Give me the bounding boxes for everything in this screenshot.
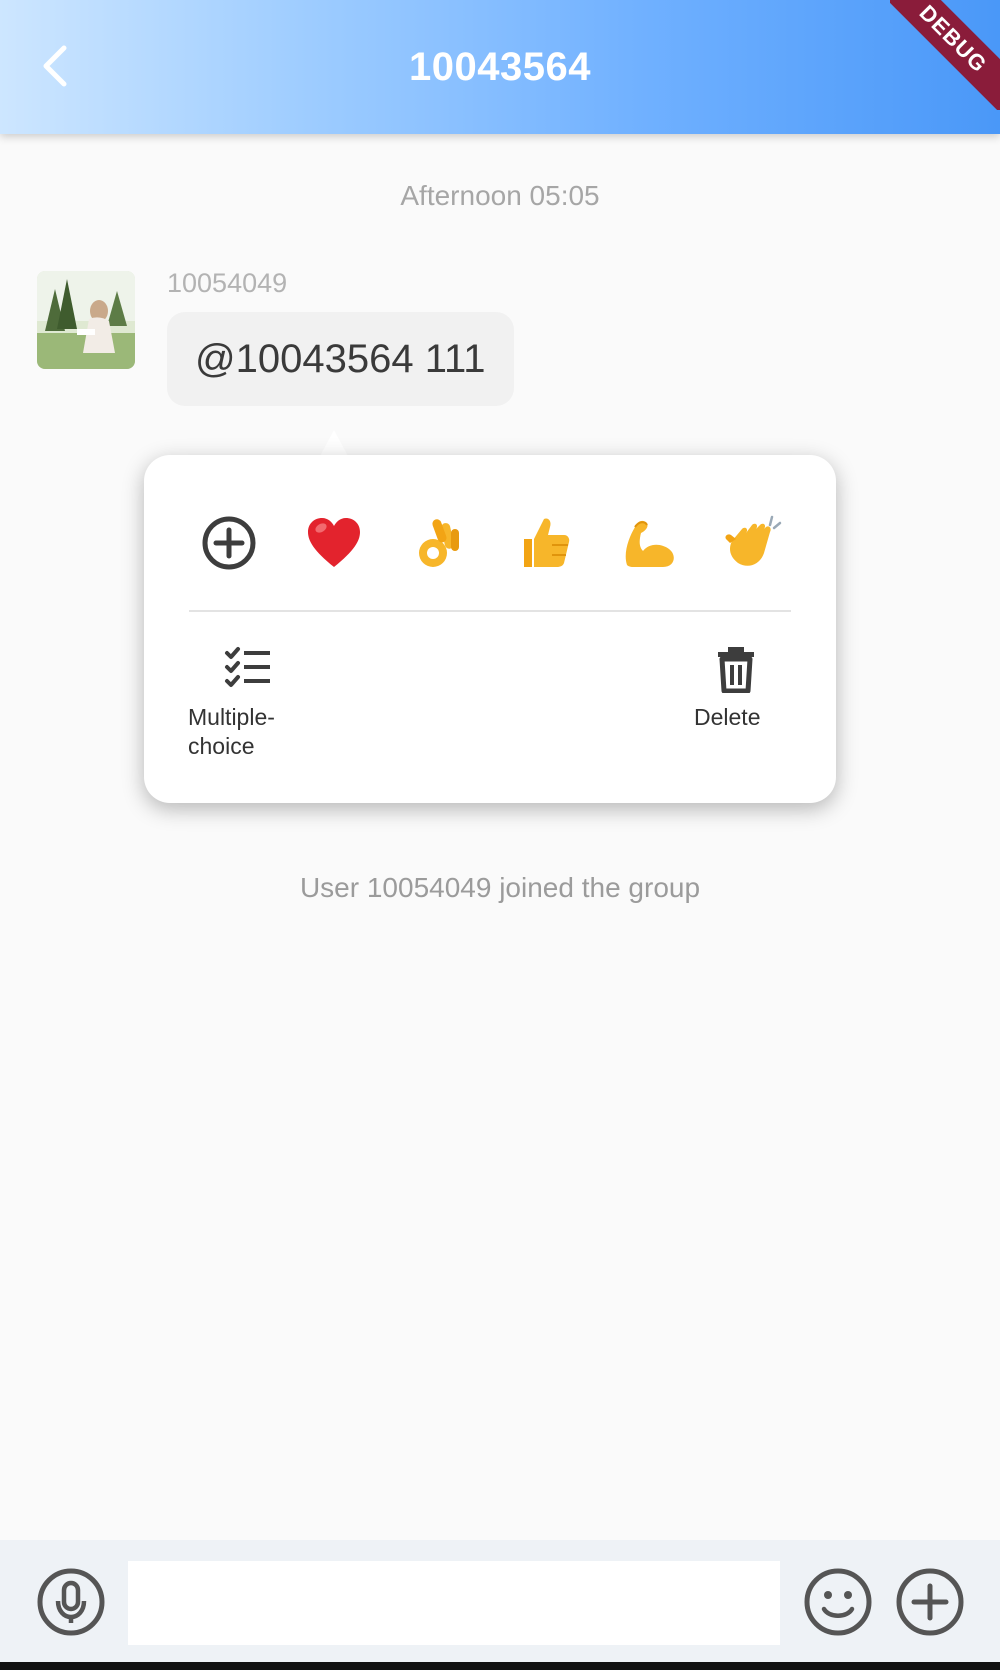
multiple-choice-label: Multiple- choice bbox=[188, 704, 275, 759]
microphone-icon bbox=[37, 1568, 105, 1636]
checklist-icon bbox=[225, 647, 270, 687]
sender-name: 10054049 bbox=[167, 268, 288, 298]
user-avatar-photo bbox=[37, 271, 135, 369]
popup-pointer bbox=[320, 430, 348, 456]
app-bar: 10043564 DEBUG bbox=[0, 0, 1000, 134]
clapping-hands-icon bbox=[725, 515, 782, 566]
more-options-button[interactable] bbox=[895, 1567, 965, 1637]
reaction-thumbs-up[interactable] bbox=[512, 511, 576, 575]
emoji-button[interactable] bbox=[803, 1567, 873, 1637]
system-message: User 10054049 joined the group bbox=[299, 872, 701, 903]
multiple-choice-button[interactable]: Multiple- choice bbox=[188, 645, 275, 761]
popup-divider bbox=[189, 610, 791, 612]
message-context-menu: Multiple- choice Delete bbox=[144, 455, 836, 803]
reaction-heart[interactable] bbox=[302, 511, 366, 575]
system-navigation-edge bbox=[0, 1662, 1000, 1670]
reaction-ok-hand[interactable] bbox=[407, 511, 471, 575]
thumbs-up-icon bbox=[524, 518, 570, 567]
message-input[interactable] bbox=[128, 1561, 780, 1645]
delete-label: Delete bbox=[694, 704, 761, 730]
message-bubble[interactable]: @10043564 111 bbox=[167, 312, 514, 406]
flexed-biceps-icon bbox=[625, 520, 674, 567]
reaction-flexed-biceps[interactable] bbox=[617, 511, 681, 575]
sender-avatar[interactable] bbox=[37, 271, 135, 369]
delete-button[interactable]: Delete bbox=[694, 645, 760, 732]
add-reaction-icon bbox=[202, 516, 256, 570]
plus-icon bbox=[896, 1568, 964, 1636]
message-timestamp: Afternoon 05:05 bbox=[400, 180, 600, 211]
debug-banner-label: DEBUG bbox=[890, 0, 1000, 110]
heart-icon bbox=[308, 518, 360, 567]
debug-banner: DEBUG bbox=[890, 0, 1000, 110]
message-text: @10043564 111 bbox=[195, 336, 486, 381]
trash-icon bbox=[718, 647, 754, 693]
reaction-clapping-hands[interactable] bbox=[722, 511, 786, 575]
page-title: 10043564 bbox=[409, 44, 591, 89]
smiley-icon bbox=[804, 1568, 872, 1636]
voice-button[interactable] bbox=[36, 1567, 106, 1637]
add-reaction-button[interactable] bbox=[197, 511, 261, 575]
ok-hand-icon bbox=[419, 519, 459, 567]
